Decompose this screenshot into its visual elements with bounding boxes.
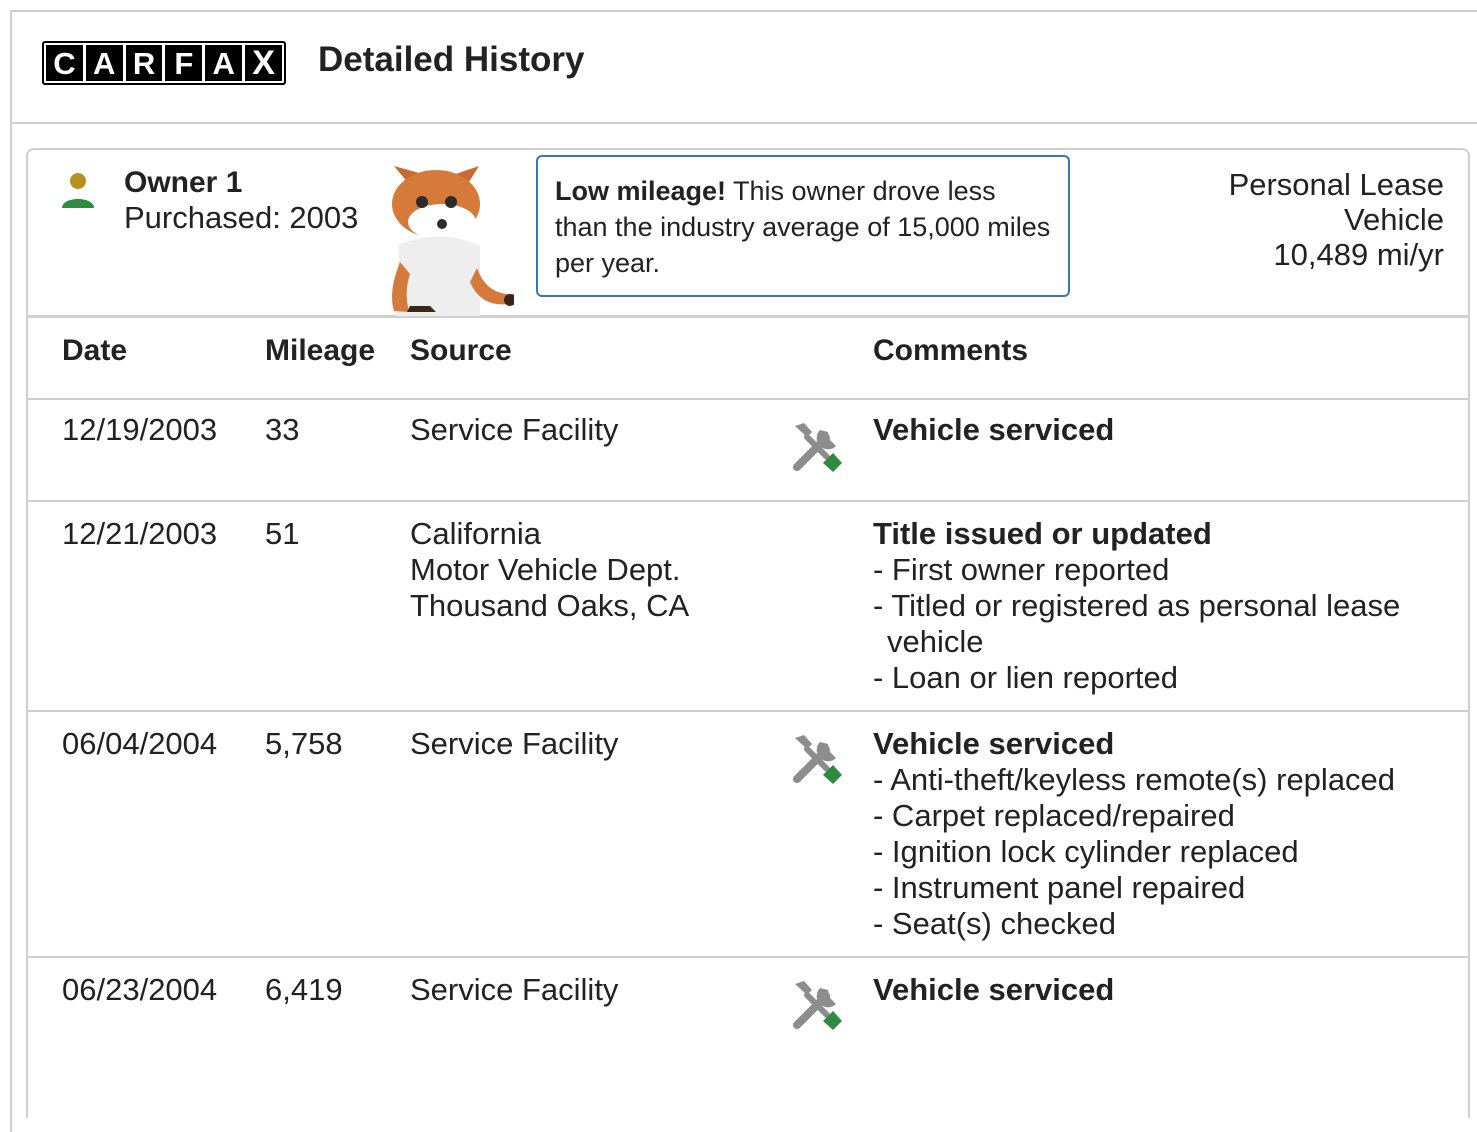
row-date: 06/23/2004 xyxy=(62,972,218,1007)
column-header-mileage: Mileage xyxy=(265,334,376,367)
logo-letter: A xyxy=(85,45,123,81)
owner-card: Owner 1 Purchased: 2003 Low mileage! Thi… xyxy=(26,148,1470,1118)
row-comments: Vehicle serviced xyxy=(873,412,1114,448)
row-comments: Vehicle serviced xyxy=(873,972,1114,1008)
service-tools-icon xyxy=(793,981,842,1030)
usage-type-line-2: Vehicle xyxy=(1344,202,1444,237)
row-source: Service Facility xyxy=(410,412,619,447)
comment-detail: - Anti-theft/keyless remote(s) replaced xyxy=(873,762,1396,797)
comment-detail: - Instrument panel repaired xyxy=(873,870,1246,905)
comment-detail: - Ignition lock cylinder replaced xyxy=(873,834,1299,869)
source-line: California xyxy=(410,516,541,551)
carfox-mascot-icon xyxy=(392,166,514,316)
history-row: 12/21/2003 51 California Motor Vehicle D… xyxy=(28,502,1468,712)
row-mileage: 5,758 xyxy=(265,726,343,761)
logo-letter: A xyxy=(205,45,243,81)
comment-detail: - Carpet replaced/repaired xyxy=(873,798,1235,833)
comment-detail: - Loan or lien reported xyxy=(873,660,1179,695)
owner-summary: Owner 1 Purchased: 2003 Low mileage! Thi… xyxy=(28,150,1468,318)
history-row: 06/04/2004 5,758 Service Facility Vehicl… xyxy=(28,712,1468,958)
source-line: Motor Vehicle Dept. xyxy=(410,552,681,587)
logo-letter: R xyxy=(125,45,163,81)
column-header-date: Date xyxy=(62,334,128,367)
history-row: 06/23/2004 6,419 Service Facility Vehicl… xyxy=(28,958,1468,1058)
comment-detail: - Titled or registered as personal lease… xyxy=(873,588,1401,659)
owner-name: Owner 1 xyxy=(124,166,243,199)
row-source: Service Facility xyxy=(410,972,619,1007)
comment-detail: - First owner reported xyxy=(873,552,1170,587)
column-header-comments: Comments xyxy=(873,334,1029,367)
row-mileage: 51 xyxy=(265,516,300,551)
callout-heading: Low mileage! xyxy=(555,176,727,206)
owner-usage-summary: Personal Lease Vehicle 10,489 mi/yr xyxy=(1229,167,1444,272)
person-icon xyxy=(62,173,94,208)
miles-per-year: 10,489 mi/yr xyxy=(1273,237,1444,272)
logo-letter: C xyxy=(46,45,83,81)
purchase-year: Purchased: 2003 xyxy=(124,200,359,235)
row-comments: Vehicle serviced - Anti-theft/keyless re… xyxy=(873,726,1443,942)
comment-title: Vehicle serviced xyxy=(873,726,1115,761)
comment-title: Vehicle serviced xyxy=(873,972,1115,1007)
page-title: Detailed History xyxy=(318,40,585,79)
logo-letter: F xyxy=(165,45,203,81)
history-row: 12/19/2003 33 Service Facility Vehicle s… xyxy=(28,400,1468,502)
source-line: Thousand Oaks, CA xyxy=(410,588,690,623)
row-date: 12/21/2003 xyxy=(62,516,218,551)
carfax-logo: C A R F A X xyxy=(42,41,286,85)
row-mileage: 33 xyxy=(265,412,300,447)
service-tools-icon xyxy=(793,735,842,784)
row-source: California Motor Vehicle Dept. Thousand … xyxy=(410,516,689,624)
history-table-header xyxy=(28,318,1468,400)
row-source: Service Facility xyxy=(410,726,619,761)
low-mileage-callout: Low mileage! This owner drove less than … xyxy=(536,155,1070,297)
report-header: C A R F A X Detailed History xyxy=(10,10,1477,124)
row-mileage: 6,419 xyxy=(265,972,343,1007)
usage-type-line-1: Personal Lease xyxy=(1228,167,1444,202)
comment-title: Title issued or updated xyxy=(873,516,1212,551)
column-header-source: Source xyxy=(410,334,512,367)
row-comments: Title issued or updated - First owner re… xyxy=(873,516,1443,696)
service-tools-icon xyxy=(793,423,842,472)
row-date: 12/19/2003 xyxy=(62,412,218,447)
comment-title: Vehicle serviced xyxy=(873,412,1115,447)
comment-detail: - Seat(s) checked xyxy=(873,906,1116,941)
row-date: 06/04/2004 xyxy=(62,726,218,761)
logo-letter: X xyxy=(245,45,282,81)
